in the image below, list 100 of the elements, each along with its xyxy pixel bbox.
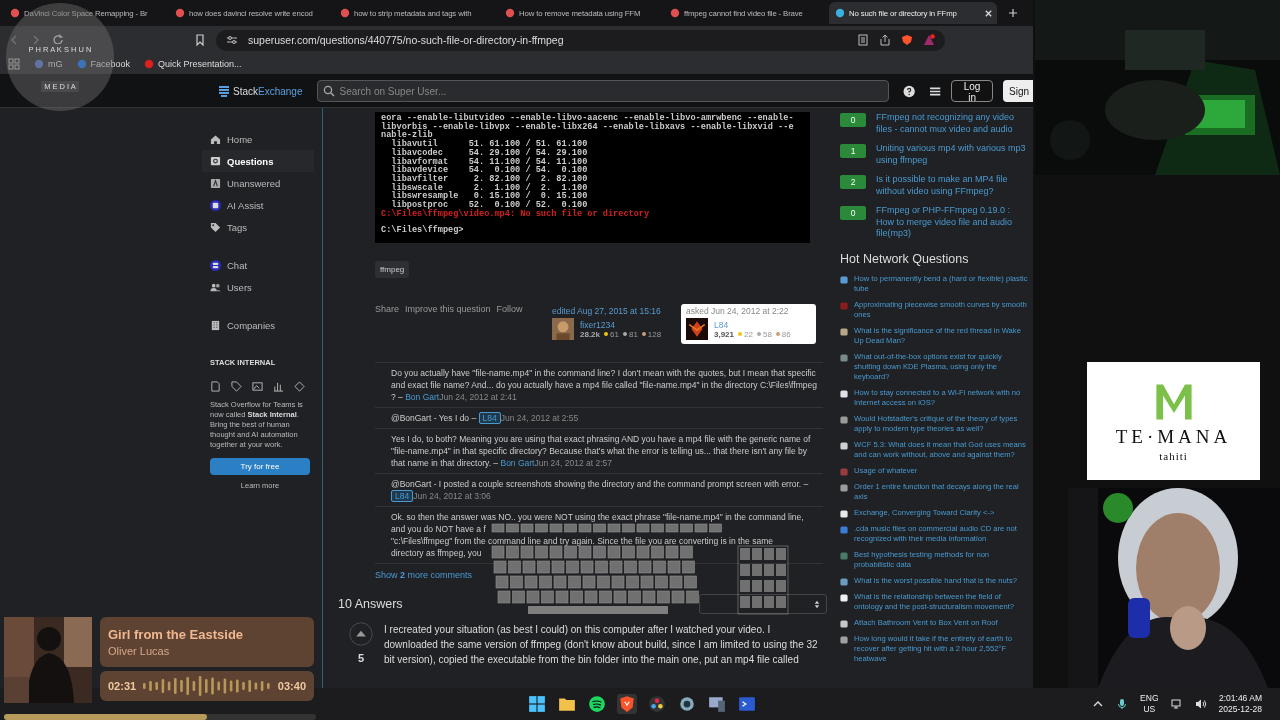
nav-item[interactable]: Users [202,276,314,298]
artist-name: Oliver Lucas [108,645,171,657]
home-icon [210,133,221,145]
related-question-link[interactable]: Uniting various mp4 with various mp3 using ffmpeg [876,143,1030,166]
help-icon[interactable] [902,84,915,98]
language-indicator[interactable]: ENG US [1140,693,1159,715]
nav-item[interactable]: Tags [202,216,314,238]
tag-icon[interactable] [231,381,242,392]
score-badge: 0 [840,206,866,220]
tag-chip[interactable]: ffmpeg [375,261,410,279]
user-name-link[interactable]: L84 [714,319,791,330]
search-icon [322,85,335,97]
site-icon [840,327,848,336]
bar-chart-icon[interactable] [273,381,284,392]
search-field[interactable]: Search on Super User... [316,80,889,102]
nav-item[interactable]: Unanswered [202,172,314,194]
comment-author-link[interactable]: Bon Gart [405,392,440,403]
comment-text: Yes I do, to both? Meaning you are using that exact phrasing AND you have a mp4 file with the generic name of "file-name.mp4" in that specific directory? Because that's what the error is telling us... that there isn't any file by that name in that directory. – Bon GartJun 24, 2012 at 2:57 [391,433,812,470]
user-name-link[interactable]: fixer1234 [580,319,662,330]
action-link[interactable]: Share [375,304,400,315]
badge-count: 128 [641,329,662,339]
score-badge: 1 [840,144,866,158]
browser-icon[interactable] [617,694,637,714]
rewards-icon[interactable] [923,34,935,46]
related-question-link[interactable]: FFmpeg or PHP-FFmpeg 0.19.0 : How to merge video file and audio file(mp3) [876,205,1030,240]
nav-item[interactable]: Questions [202,150,314,172]
total-time: 03:40 [277,680,306,692]
upvote-button[interactable] [349,622,373,647]
microphone-icon[interactable] [1116,698,1129,710]
site-icon [76,59,87,69]
related-question-link[interactable]: Is it possible to make an MP4 file without video using FFmpeg? [876,174,1030,197]
comment-text: Ok. so then the answer was NO.. you were NOT using the exact phrase "file-name.mp4" in the command line, [391,511,804,524]
login-button[interactable]: Log in [951,80,993,102]
reputation: 28.2k [580,329,601,339]
comment-text: @BonGart - I posted a couple screenshots showing the directory and the command prompt screen with error. – L84 Jun 24, 2012 at 3:06 [391,478,810,503]
comment-text: Do you actually have "file-name.mp4" in the command line? I don't mean with the quotes, but I mean that specific and exact file name? And... do you actually have a mp4 file called "file-name.mp4" in the directory C:\Files\ffmpeg ? – Bon GartJun 24, 2012 at 2:41 [391,367,818,404]
action-link[interactable]: Follow [496,304,523,315]
image-icon[interactable] [252,381,263,392]
comment-author-link[interactable]: L84 [391,490,414,503]
users-icon [210,281,221,293]
document-icon[interactable] [210,381,221,392]
settings-icon[interactable] [677,694,697,714]
reload-icon[interactable] [52,34,64,46]
address-bar[interactable]: superuser.com/questions/440775/no-such-file-or-directory-in-ffmpeg [216,29,945,51]
reputation: 3,921 [714,329,735,339]
related-question-link[interactable]: FFmpeg not recognizing any video files - cannot mux video and audio [876,112,1030,135]
edited-date-link[interactable]: edited Aug 27, 2015 at 15:16 [552,306,675,317]
answers-heading: 10 Answers [338,597,403,612]
user-avatar[interactable] [552,318,574,341]
bookmark-link[interactable]: Quick Presentation... [144,59,242,69]
comment-author-link[interactable]: Bon Gart [500,458,535,469]
diamond-icon[interactable] [294,381,305,392]
user-avatar[interactable] [686,318,708,341]
bookmark-icon[interactable] [194,34,206,46]
site-icon [670,8,680,18]
nav-item[interactable]: Companies [202,314,314,336]
signup-button[interactable]: Sign [1003,80,1033,102]
building-icon [210,319,221,331]
reader-icon[interactable] [857,34,869,46]
score-badge: 2 [840,175,866,189]
asked-date: asked Jun 24, 2012 at 2:22 [686,306,790,317]
elapsed-time: 02:31 [108,680,137,692]
nav-item[interactable]: AI Assist [202,194,314,216]
start-icon[interactable] [527,694,547,714]
site-icon [340,8,350,18]
shield-icon[interactable] [901,34,913,46]
site-icon [144,59,155,69]
computer-icon[interactable] [707,694,727,714]
show-more-comments-link[interactable]: Show 2 more comments [375,570,473,581]
site-icon [840,353,848,362]
try-free-button[interactable]: Try for free [210,458,310,475]
comment-text: @BonGart - Yes I do – L84 Jun 24, 2012 at 2:55 [391,412,579,425]
site-icon [840,275,848,284]
new-tab-icon[interactable] [1008,8,1018,18]
share-icon[interactable] [879,34,891,46]
network-icon[interactable] [1170,698,1183,710]
bookmark-link[interactable]: Facebook [76,59,131,69]
badge-count: 58 [756,329,772,339]
site-icon [840,301,848,310]
site-icon [835,8,845,18]
bookmark-link[interactable]: mG [34,59,63,69]
letter-icon [210,177,221,189]
waveform-icon [142,675,272,697]
answer-text: I recreated your situation (as best I could) on this computer after I watched your video. I downloaded the same version of ffmpeg (don't know about build, since I am limited to using the 32 bit version), copied the executable from the bin folder into the main one, put an mp4 file called [384,623,819,668]
volume-icon[interactable] [1194,698,1207,710]
close-icon[interactable] [984,8,993,18]
action-link[interactable]: Improve this question [405,304,491,315]
badge-count: 22 [738,329,753,339]
site-logo[interactable]: StackExchange [218,85,303,97]
clock[interactable]: 2:01:46 AM 2025-12-28 [1218,693,1262,715]
terminal-icon[interactable] [737,694,757,714]
nav-item[interactable]: Chat [202,254,314,276]
badge-count: 86 [775,329,791,339]
site-icon [505,8,515,18]
editing-app-icon[interactable] [647,694,667,714]
comment-author-link[interactable]: L84 [478,412,501,425]
site-icon [840,389,848,398]
music-app-icon[interactable] [587,694,607,714]
nav-item[interactable]: Home [202,128,314,150]
site-info-icon[interactable] [226,34,238,46]
